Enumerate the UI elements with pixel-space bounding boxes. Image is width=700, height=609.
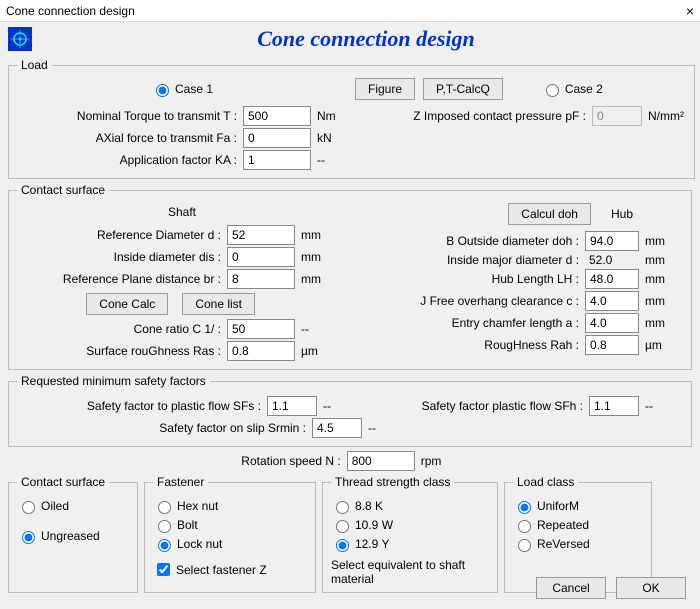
title-bar: Cone connection design ×: [0, 0, 700, 22]
ok-button[interactable]: OK: [616, 577, 686, 599]
chamfer-input[interactable]: [585, 313, 639, 333]
load-group: Load Case 1 Figure P,T-CalcQ Case 2 Nomi…: [8, 58, 695, 179]
hub-length-label: Hub Length LH :: [492, 272, 585, 286]
page-title: Cone connection design: [40, 26, 692, 52]
ref-dia-input[interactable]: [227, 225, 295, 245]
case1-radio[interactable]: Case 1: [17, 81, 347, 97]
ras-input[interactable]: [227, 341, 295, 361]
plane-dist-input[interactable]: [227, 269, 295, 289]
axial-force-unit: kN: [311, 131, 355, 145]
inside-major-label: Inside major diameter d :: [447, 253, 585, 267]
shaft-heading: Shaft: [17, 205, 347, 219]
thread-note: Select equivalent to shaft material: [331, 558, 489, 586]
thread-109-radio[interactable]: 10.9 W: [331, 517, 489, 533]
oiled-radio[interactable]: Oiled: [17, 498, 129, 514]
axial-force-label: AXial force to transmit Fa :: [17, 131, 243, 145]
cone-calc-button[interactable]: Cone Calc: [86, 293, 168, 315]
target-icon: [8, 27, 32, 51]
ungreased-radio[interactable]: Ungreased: [17, 528, 129, 544]
app-factor-label: Application factor KA :: [17, 153, 243, 167]
rotation-speed-input[interactable]: [347, 451, 415, 471]
contact-surface-group: Contact surface Shaft Reference Diameter…: [8, 183, 692, 370]
app-factor-unit: --: [311, 153, 355, 167]
hub-heading: Hub: [611, 207, 633, 221]
nominal-torque-unit: Nm: [311, 109, 355, 123]
bolt-radio[interactable]: Bolt: [153, 517, 307, 533]
rah-label: RougHness Rah :: [484, 338, 585, 352]
inside-dia-input[interactable]: [227, 247, 295, 267]
ras-label: Surface rouGhness Ras :: [17, 344, 227, 358]
header: Cone connection design: [0, 22, 700, 56]
calcul-doh-button[interactable]: Calcul doh: [508, 203, 591, 225]
safety-factors-legend: Requested minimum safety factors: [17, 374, 210, 388]
contact-surface-radio-group: Contact surface Oiled Ungreased: [8, 475, 138, 593]
clearance-label: J Free overhang clearance c :: [420, 294, 585, 308]
inside-dia-label: Inside diameter dis :: [17, 250, 227, 264]
srmin-label: Safety factor on slip Srmin :: [17, 421, 312, 435]
sfh-input[interactable]: [589, 396, 639, 416]
rah-input[interactable]: [585, 335, 639, 355]
app-factor-input[interactable]: [243, 150, 311, 170]
locknut-radio[interactable]: Lock nut: [153, 536, 307, 552]
sfh-label: Safety factor plastic flow SFh :: [422, 399, 589, 413]
cone-list-button[interactable]: Cone list: [182, 293, 255, 315]
clearance-input[interactable]: [585, 291, 639, 311]
ref-dia-label: Reference Diameter d :: [17, 228, 227, 242]
ptcalc-button[interactable]: P,T-CalcQ: [423, 78, 503, 100]
sfs-label: Safety factor to plastic flow SFs :: [17, 399, 267, 413]
uniform-radio[interactable]: UniforM: [513, 498, 643, 514]
sfs-input[interactable]: [267, 396, 317, 416]
case2-radio[interactable]: Case 2: [541, 81, 603, 97]
thread-129-radio[interactable]: 12.9 Y: [331, 536, 489, 552]
z-pressure-input: [592, 106, 642, 126]
nominal-torque-label: Nominal Torque to transmit T :: [17, 109, 243, 123]
plane-dist-label: Reference Plane distance br :: [17, 272, 227, 286]
load-legend: Load: [17, 58, 52, 72]
chamfer-label: Entry chamfer length a :: [452, 316, 585, 330]
srmin-input[interactable]: [312, 418, 362, 438]
cone-ratio-label: Cone ratio C 1/ :: [17, 322, 227, 336]
hexnut-radio[interactable]: Hex nut: [153, 498, 307, 514]
cancel-button[interactable]: Cancel: [536, 577, 606, 599]
case2-radio-input[interactable]: [546, 84, 559, 97]
b-outside-input[interactable]: [585, 231, 639, 251]
safety-factors-group: Requested minimum safety factors Safety …: [8, 374, 692, 447]
close-icon[interactable]: ×: [686, 3, 694, 19]
z-pressure-label: Z Imposed contact pressure pF :: [372, 109, 592, 123]
thread-strength-group: Thread strength class 8.8 K 10.9 W 12.9 …: [322, 475, 498, 593]
figure-button[interactable]: Figure: [355, 78, 415, 100]
repeated-radio[interactable]: Repeated: [513, 517, 643, 533]
axial-force-input[interactable]: [243, 128, 311, 148]
reversed-radio[interactable]: ReVersed: [513, 536, 643, 552]
case1-radio-input[interactable]: [156, 84, 169, 97]
b-outside-label: B Outside diameter doh :: [446, 234, 585, 248]
select-fastener-z-checkbox[interactable]: Select fastener Z: [153, 560, 307, 579]
rotation-speed-label: Rotation speed N :: [241, 454, 346, 468]
thread-88-radio[interactable]: 8.8 K: [331, 498, 489, 514]
fastener-group: Fastener Hex nut Bolt Lock nut Select fa…: [144, 475, 316, 593]
contact-surface-legend: Contact surface: [17, 183, 109, 197]
load-class-group: Load class UniforM Repeated ReVersed: [504, 475, 652, 593]
hub-length-input[interactable]: [585, 269, 639, 289]
window-title: Cone connection design: [6, 4, 135, 18]
nominal-torque-input[interactable]: [243, 106, 311, 126]
cone-ratio-input[interactable]: [227, 319, 295, 339]
z-pressure-unit: N/mm²: [642, 109, 686, 123]
rotation-speed-unit: rpm: [415, 454, 459, 468]
inside-major-value: 52.0: [585, 253, 639, 267]
